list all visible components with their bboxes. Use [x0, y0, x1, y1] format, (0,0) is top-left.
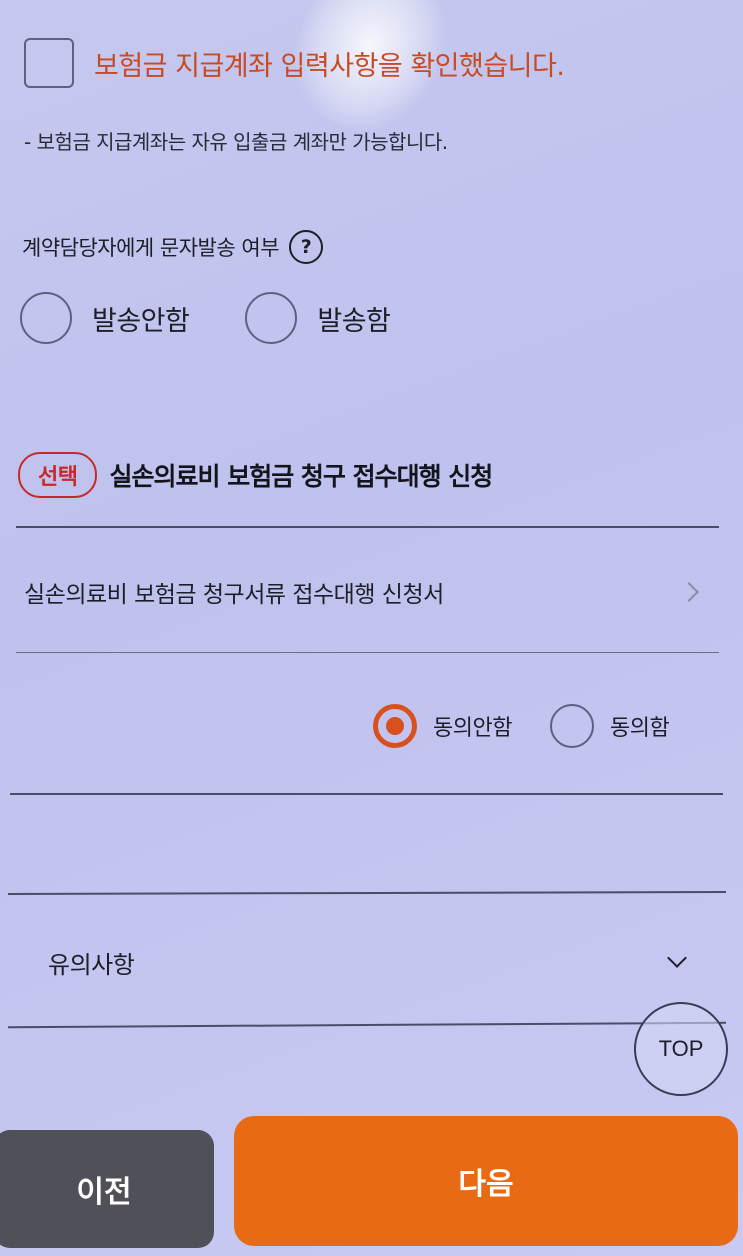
consent-radio-group: 동의안함 동의함: [373, 704, 670, 748]
radio-agree[interactable]: 동의함: [549, 704, 670, 748]
radio-sms-yes[interactable]: 발송함: [245, 292, 391, 344]
radio-circle-selected[interactable]: [373, 704, 417, 748]
divider: [7, 891, 727, 895]
optional-badge: 선택: [18, 452, 98, 498]
sms-radio-group: 발송안함 발송함: [20, 292, 391, 344]
help-icon[interactable]: ?: [289, 230, 324, 264]
confirm-label: 보험금 지급계좌 입력사항을 확인했습니다.: [94, 50, 565, 82]
sms-label: 계약담당자에게 문자발송 여부: [22, 236, 280, 260]
chevron-right-icon: [679, 582, 699, 602]
divider: [16, 652, 719, 653]
radio-label: 동의함: [609, 716, 670, 741]
divider: [10, 793, 723, 795]
next-button[interactable]: 다음: [234, 1116, 738, 1246]
radio-circle[interactable]: [549, 704, 594, 748]
account-note: - 보험금 지급계좌는 자유 입출금 계좌만 가능합니다.: [24, 130, 448, 154]
document-link-row[interactable]: 실손의료비 보험금 청구서류 접수대행 신청서: [24, 575, 714, 609]
radio-disagree[interactable]: 동의안함: [373, 704, 512, 748]
radio-label: 발송함: [317, 305, 391, 337]
chevron-down-icon: [667, 947, 687, 968]
scroll-top-button[interactable]: TOP: [634, 1002, 728, 1096]
document-link-label: 실손의료비 보험금 청구서류 접수대행 신청서: [24, 582, 444, 608]
confirm-checkbox[interactable]: [24, 38, 74, 88]
radio-circle[interactable]: [20, 292, 72, 344]
radio-sms-no[interactable]: 발송안함: [20, 292, 190, 344]
sms-question: 계약담당자에게 문자발송 여부 ?: [22, 230, 324, 264]
radio-label: 동의안함: [433, 716, 512, 741]
notice-label: 유의사항: [48, 951, 135, 979]
section-header: 선택 실손의료비 보험금 청구 접수대행 신청: [18, 452, 493, 498]
prev-button[interactable]: 이전: [0, 1130, 214, 1248]
notice-accordion[interactable]: 유의사항: [48, 945, 698, 980]
radio-label: 발송안함: [92, 305, 190, 337]
confirm-account-row[interactable]: 보험금 지급계좌 입력사항을 확인했습니다.: [24, 38, 565, 88]
divider: [8, 1021, 726, 1029]
radio-circle[interactable]: [245, 292, 298, 344]
section-title: 실손의료비 보험금 청구 접수대행 신청: [109, 462, 493, 491]
divider: [16, 526, 719, 528]
